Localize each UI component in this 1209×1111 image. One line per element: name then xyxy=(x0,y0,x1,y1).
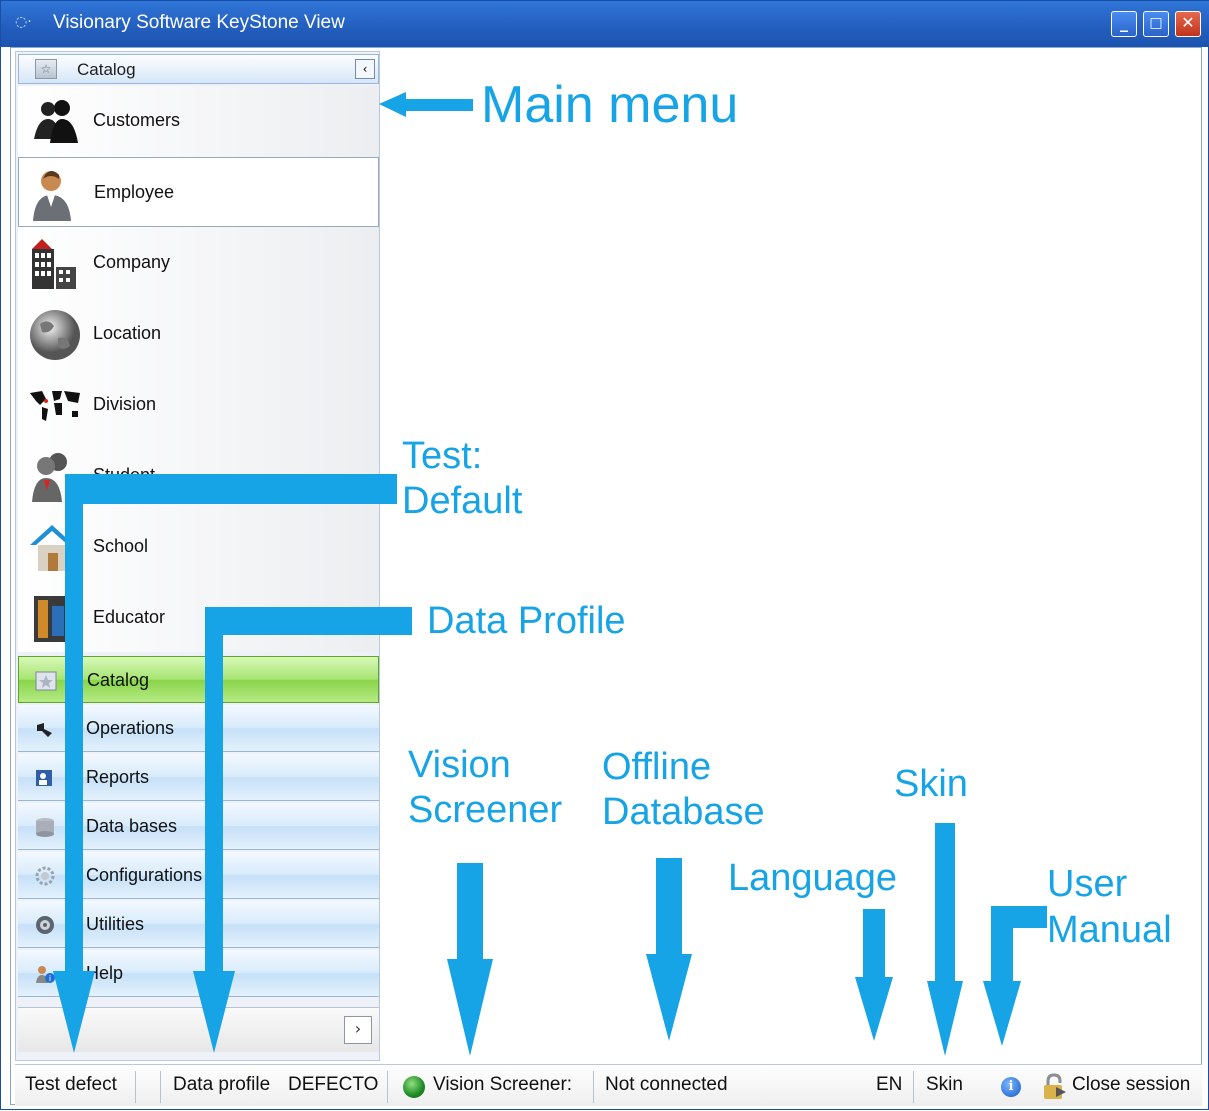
nav-item-label: Division xyxy=(93,394,157,414)
svg-text:i: i xyxy=(49,974,51,983)
gear-icon xyxy=(35,866,55,886)
vision-screener-status-icon xyxy=(403,1076,425,1098)
globe-icon xyxy=(30,310,80,360)
group-label: Configurations xyxy=(86,865,203,885)
vision-screener-status[interactable]: Vision Screener: xyxy=(433,1074,572,1096)
test-status[interactable]: Test defect xyxy=(25,1074,117,1096)
nav-item-school[interactable]: School xyxy=(18,512,379,582)
group-data-bases[interactable]: Data bases xyxy=(18,803,379,850)
nav-item-label: Educator xyxy=(93,607,166,627)
title-bar[interactable]: ◌· Visionary Software KeyStone View _ □ … xyxy=(1,1,1209,47)
nav-header: ☆ Catalog ‹ xyxy=(18,54,379,84)
annotation-vision-line1: Vision xyxy=(408,744,511,786)
connection-status[interactable]: Not connected xyxy=(605,1074,728,1096)
close-button[interactable]: ✕ xyxy=(1175,11,1201,37)
separator xyxy=(593,1071,594,1103)
separator xyxy=(160,1071,161,1103)
help-icon: i xyxy=(36,966,55,983)
annotation-main-menu: Main menu xyxy=(481,76,739,134)
nav-item-customers[interactable]: Customers xyxy=(18,86,379,156)
user-manual-icon[interactable]: i xyxy=(1001,1077,1021,1097)
group-label: Help xyxy=(86,963,124,983)
nav-item-label: Student xyxy=(93,465,156,485)
annotation-user-line2: Manual xyxy=(1047,909,1172,951)
close-session-button[interactable]: Close session xyxy=(1072,1074,1190,1096)
group-label: Utilities xyxy=(86,914,145,934)
app-icon: ◌· xyxy=(15,14,32,30)
annotation-data-profile: Data Profile xyxy=(427,600,626,642)
main-menu: ☆ Catalog ‹ Customers Employee Company L… xyxy=(15,51,380,1061)
annotation-language: Language xyxy=(728,857,898,899)
nav-item-company[interactable]: Company xyxy=(18,228,379,298)
group-label: Reports xyxy=(86,767,150,787)
separator xyxy=(387,1071,388,1103)
annotation-offline-line1: Offline xyxy=(602,746,712,788)
world-map-icon xyxy=(30,391,80,421)
nav-item-student[interactable]: Student xyxy=(18,441,379,511)
group-label: Catalog xyxy=(87,670,150,690)
school-icon xyxy=(30,525,74,571)
nav-item-division[interactable]: Division xyxy=(18,370,379,440)
separator xyxy=(135,1071,136,1103)
collapse-button[interactable]: ‹ xyxy=(355,59,375,79)
minimize-button[interactable]: _ xyxy=(1111,11,1137,37)
nav-item-employee[interactable]: Employee xyxy=(18,157,379,227)
annotation-vision-line2: Screener xyxy=(408,789,563,831)
group-reports[interactable]: Reports xyxy=(18,754,379,801)
employee-icon xyxy=(33,171,71,221)
company-icon xyxy=(32,239,76,289)
operations-icon xyxy=(37,723,52,737)
educator-icon xyxy=(34,596,68,642)
group-configurations[interactable]: Configurations xyxy=(18,852,379,899)
catalog-icon: ☆ xyxy=(35,59,57,79)
annotation-user-line1: User xyxy=(1047,863,1128,905)
catalog-items: Customers Employee Company Location Divi… xyxy=(18,86,379,652)
status-bar: Test defect Data profile DEFECTO Vision … xyxy=(15,1064,1202,1106)
student-icon xyxy=(32,453,67,502)
group-help[interactable]: i Help xyxy=(18,950,379,997)
separator xyxy=(913,1071,914,1103)
lock-icon[interactable] xyxy=(1042,1073,1068,1101)
group-label: Data bases xyxy=(86,816,178,836)
more-groups-button[interactable]: › xyxy=(344,1016,372,1044)
annotation-test-line1: Test: xyxy=(402,435,483,477)
group-utilities[interactable]: Utilities xyxy=(18,901,379,948)
group-operations[interactable]: Operations xyxy=(18,705,379,752)
nav-item-label: Location xyxy=(93,323,162,343)
data-profile-value[interactable]: DEFECTO xyxy=(288,1074,378,1096)
window-title: Visionary Software KeyStone View xyxy=(53,12,345,33)
customers-icon xyxy=(34,100,78,143)
nav-item-label: Employee xyxy=(94,182,175,202)
maximize-button[interactable]: □ xyxy=(1143,11,1169,37)
group-label: Operations xyxy=(86,718,175,738)
catalog-icon xyxy=(35,671,57,691)
group-catalog[interactable]: Catalog xyxy=(18,656,379,703)
nav-item-label: School xyxy=(93,536,149,556)
nav-item-label: Customers xyxy=(93,110,181,130)
nav-item-location[interactable]: Location xyxy=(18,299,379,369)
nav-item-educator[interactable]: Educator xyxy=(18,583,379,653)
annotation-skin: Skin xyxy=(894,763,968,805)
annotation-offline-line2: Database xyxy=(602,791,765,833)
utilities-icon xyxy=(36,916,54,934)
nav-header-title: Catalog xyxy=(77,60,136,79)
language-selector[interactable]: EN xyxy=(876,1074,902,1096)
skin-selector[interactable]: Skin xyxy=(926,1074,963,1096)
annotation-test-line2: Default xyxy=(402,480,523,522)
reports-icon xyxy=(36,770,52,786)
data-profile-label: Data profile xyxy=(173,1074,271,1095)
app-window: ◌· Visionary Software KeyStone View _ □ … xyxy=(0,0,1209,1110)
database-icon xyxy=(36,818,54,837)
nav-item-label: Company xyxy=(93,252,171,272)
nav-footer: › xyxy=(18,1007,379,1052)
